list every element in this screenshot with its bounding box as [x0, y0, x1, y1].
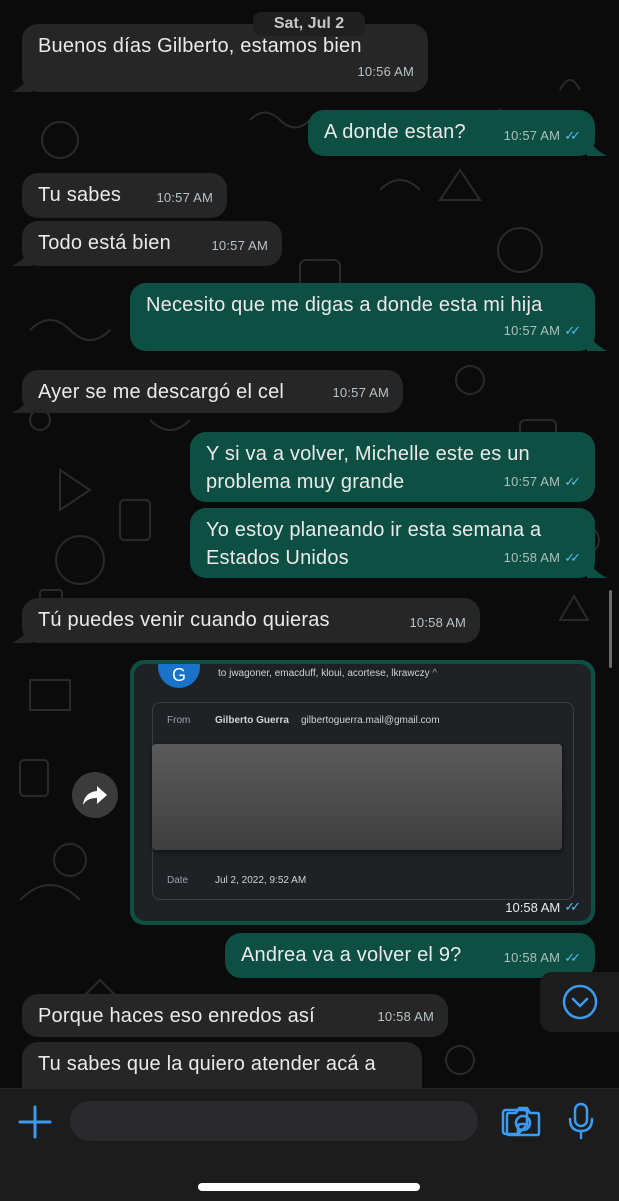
email-from-name: Gilberto Guerra [215, 715, 289, 726]
message-time: 10:58 AM ✓✓ [505, 899, 581, 915]
scroll-indicator[interactable] [609, 590, 612, 668]
camera-icon[interactable] [505, 1105, 541, 1137]
bubble-tail [587, 560, 607, 578]
bubble-tail [12, 248, 32, 266]
message-text: Todo está bien [38, 232, 171, 254]
bubble-tail [12, 395, 32, 413]
message-text-line-2: Estados Unidos [206, 547, 349, 569]
incoming-message[interactable]: Todo está bien 10:57 AM [22, 221, 282, 266]
date-separator: Sat, Jul 2 [253, 12, 365, 36]
outgoing-message[interactable]: Necesito que me digas a donde esta mi hi… [130, 283, 595, 351]
message-text: Andrea va a volver el 9? [241, 944, 462, 966]
message-text-line-2: problema muy grande [206, 471, 405, 493]
message-time: 10:57 AM ✓✓ [504, 468, 581, 496]
message-text-line-1: Yo estoy planeando ir esta semana a [206, 519, 542, 541]
outgoing-message[interactable]: A donde estan? 10:57 AM ✓✓ [308, 110, 595, 156]
bubble-tail [12, 625, 32, 643]
forward-button[interactable] [72, 772, 118, 818]
read-receipt-icon: ✓✓ [564, 474, 581, 489]
email-from-label: From [167, 715, 191, 726]
outgoing-message[interactable]: Yo estoy planeando ir esta semana a Esta… [190, 508, 595, 578]
message-text-line-1: Y si va a volver, Michelle este es un [206, 443, 530, 465]
chat-area[interactable]: Buenos días Gilberto, estamos bien 10:56… [0, 0, 619, 1088]
incoming-message[interactable]: Tu sabes 10:57 AM [22, 173, 227, 218]
forward-share-icon [83, 786, 107, 805]
message-time: 10:57 AM [156, 190, 213, 205]
message-text: Tu sabes que la quiero atender acá a [38, 1053, 376, 1075]
message-time: 10:58 AM ✓✓ [504, 544, 581, 572]
incoming-message[interactable]: Porque haces eso enredos así 10:58 AM [22, 994, 448, 1037]
message-time: 10:56 AM [357, 64, 414, 79]
read-receipt-icon: ✓✓ [564, 128, 581, 143]
chevron-down-circle-icon [562, 984, 597, 1020]
message-text: Tu sabes [38, 184, 122, 206]
message-text: Porque haces eso enredos así [38, 1005, 315, 1027]
message-time: 10:58 AM ✓✓ [504, 944, 581, 972]
message-time: 10:57 AM ✓✓ [504, 122, 581, 150]
home-indicator[interactable] [198, 1183, 420, 1191]
message-time: 10:58 AM [377, 1009, 434, 1024]
message-text: Buenos días Gilberto, estamos bien [38, 35, 362, 57]
bubble-tail [12, 74, 32, 92]
email-from-address: gilbertoguerra.mail@gmail.com [301, 715, 440, 726]
bubble-tail [587, 138, 607, 156]
message-time: 10:57 AM [211, 238, 268, 253]
read-receipt-icon: ✓✓ [564, 550, 581, 565]
outgoing-image-message[interactable]: G to jwagoner, emacduff, kloui, acortese… [130, 660, 595, 925]
sender-avatar: G [158, 664, 200, 688]
read-receipt-icon: ✓✓ [564, 950, 581, 965]
message-time: 10:57 AM [332, 385, 389, 400]
microphone-icon[interactable] [567, 1102, 595, 1140]
message-time: 10:57 AM ✓✓ [504, 317, 581, 345]
email-date-label: Date [167, 875, 189, 886]
redacted-content-block [152, 744, 562, 850]
message-text: Ayer se me descargó el cel [38, 381, 285, 403]
incoming-message[interactable]: Ayer se me descargó el cel 10:57 AM [22, 370, 403, 413]
message-text: Tú puedes venir cuando quieras [38, 609, 330, 631]
bubble-tail [587, 333, 607, 351]
read-receipt-icon: ✓✓ [564, 899, 581, 914]
incoming-message[interactable]: Tu sabes que la quiero atender acá a [22, 1042, 422, 1088]
message-input[interactable] [70, 1101, 529, 1141]
message-composer [0, 1088, 619, 1201]
outgoing-message[interactable]: Y si va a volver, Michelle este es un pr… [190, 432, 595, 502]
email-recipients: to jwagoner, emacduff, kloui, acortese, … [218, 668, 438, 679]
message-text: Necesito que me digas a donde esta mi hi… [146, 294, 543, 316]
plus-icon[interactable] [16, 1103, 54, 1141]
incoming-message[interactable]: Tú puedes venir cuando quieras 10:58 AM [22, 598, 480, 643]
message-text: A donde estan? [324, 121, 466, 143]
message-time: 10:58 AM [409, 615, 466, 630]
incoming-message[interactable]: Buenos días Gilberto, estamos bien 10:56… [22, 24, 428, 92]
email-screenshot-image[interactable]: G to jwagoner, emacduff, kloui, acortese… [134, 664, 591, 921]
scroll-to-bottom-button[interactable] [540, 972, 619, 1032]
outgoing-message[interactable]: Andrea va a volver el 9? 10:58 AM ✓✓ [225, 933, 595, 978]
read-receipt-icon: ✓✓ [564, 323, 581, 338]
email-date-value: Jul 2, 2022, 9:52 AM [215, 875, 307, 886]
